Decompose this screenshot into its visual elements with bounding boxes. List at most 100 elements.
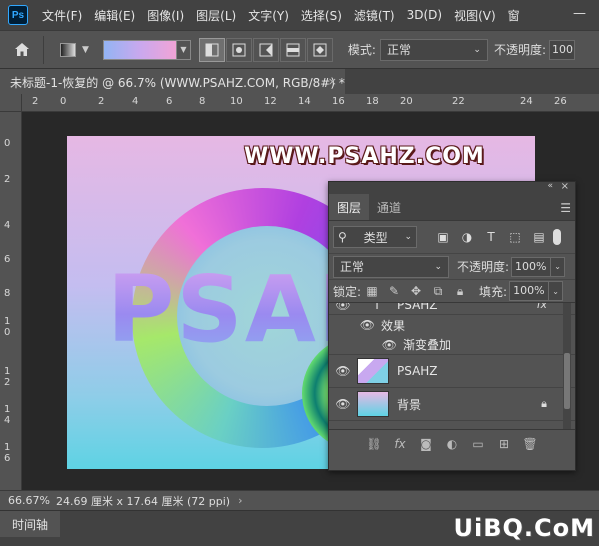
ruler-label: 26 [554,96,567,107]
filter-adjustment-icon[interactable]: ◑ [455,230,479,244]
chevron-down-icon: ⌄ [473,44,481,55]
minimize-icon[interactable]: — [573,6,589,22]
layer-row[interactable]: 👁︎ T PSAHZ fx [329,303,575,315]
menu-view[interactable]: 视图(V) [448,7,502,24]
tab-channels[interactable]: 通道 [369,194,409,220]
ruler-label: 4 [132,96,139,107]
lock-artboard-icon[interactable]: ⧉ [427,284,449,299]
tab-timeline[interactable]: 时间轴 [0,511,60,537]
lock-label: 锁定: [333,284,362,299]
menu-select[interactable]: 选择(S) [295,7,348,24]
zoom-level[interactable]: 66.67% [8,494,56,507]
linear-gradient-button[interactable] [198,37,225,62]
close-icon[interactable]: × [328,75,337,88]
new-group-icon[interactable]: ▭ [465,437,491,451]
close-icon[interactable]: × [561,181,569,192]
layer-filter-row: ⚲ 类型 ⌄ ▣ ◑ T ⬚ ▤ [329,221,575,253]
blend-mode-select[interactable]: 正常 ⌄ [333,255,449,278]
filter-shape-icon[interactable]: ⬚ [503,230,527,244]
opacity-dropdown[interactable]: ⌄ [551,256,566,277]
ruler-label: 22 [452,96,465,107]
ruler-label: 14 [298,96,311,107]
reflected-gradient-button[interactable] [279,37,306,62]
layer-effects-row[interactable]: 👁︎ 效果 [329,315,575,335]
collapse-icon[interactable]: « [547,181,553,191]
lock-position-icon[interactable]: ✥ [405,284,427,298]
filter-toggle[interactable] [553,229,561,245]
lock-pixels-icon[interactable]: ✎ [383,284,405,298]
ruler-label: 24 [520,96,533,107]
link-layers-icon[interactable]: ⛓︎ [361,437,387,451]
reflected-gradient-icon [286,43,300,56]
menu-edit[interactable]: 编辑(E) [88,7,141,24]
fill-dropdown[interactable]: ⌄ [549,281,564,301]
menu-type[interactable]: 文字(Y) [242,7,295,24]
lock-icon: 🔒︎ [541,397,547,410]
layers-scrollbar[interactable] [563,303,571,429]
home-button[interactable] [0,35,44,64]
lock-transparent-icon[interactable]: ▦ [361,284,383,298]
filter-value: 类型 [363,230,388,245]
menu-layer[interactable]: 图层(L) [190,7,242,24]
document-size: 24.69 厘米 x 17.64 厘米 (72 ppi) [56,494,231,508]
angle-gradient-icon [259,43,273,56]
fill-input[interactable]: 100% [509,281,550,301]
menu-filter[interactable]: 滤镜(T) [348,7,401,24]
document-tab[interactable]: 未标题-1-恢复的 @ 66.7% (WWW.PSAHZ.COM, RGB/8#… [0,69,345,95]
visibility-eye-icon[interactable]: 👁︎ [329,364,357,378]
ruler-origin[interactable] [0,94,22,112]
fx-icon[interactable]: fx [387,437,413,451]
layer-opacity-input[interactable]: 100% [511,256,552,277]
gradient-type-buttons [198,37,334,62]
gradient-picker-dropdown[interactable]: ▼ [176,39,191,60]
filter-type-icon[interactable]: T [479,230,503,244]
menu-window[interactable]: 窗 [502,7,526,24]
effect-row[interactable]: 👁︎ 渐变叠加 [329,335,575,355]
trash-icon[interactable]: 🗑︎ [517,437,543,451]
menu-file[interactable]: 文件(F) [36,7,88,24]
tab-layers[interactable]: 图层 [329,194,370,220]
layers-list: 👁︎ T PSAHZ fx 👁︎ 效果 👁︎ 渐变叠加 👁︎ PSAHZ 👁︎ [329,303,575,429]
ruler-label: 12 [264,96,277,107]
home-icon [14,43,29,56]
document-tab-bar: 未标题-1-恢复的 @ 66.7% (WWW.PSAHZ.COM, RGB/8#… [0,68,599,95]
new-layer-icon[interactable]: ⊞ [491,437,517,451]
ruler-label: 0 [4,138,11,149]
layer-row[interactable]: 👁︎ PSAHZ [329,355,575,388]
lock-all-icon[interactable]: 🔒︎ [449,284,471,299]
visibility-eye-icon[interactable]: 👁︎ [329,303,357,312]
blend-row: 正常 ⌄ 不透明度: 100% ⌄ [329,253,575,279]
angle-gradient-button[interactable] [252,37,279,62]
status-bar: 66.67% 24.69 厘米 x 17.64 厘米 (72 ppi) › [0,490,599,510]
chevron-right-icon[interactable]: › [238,494,242,507]
gradient-swatch[interactable] [102,39,177,60]
opacity-input[interactable]: 100 [549,39,576,60]
fx-icon[interactable]: fx [537,303,547,311]
visibility-eye-icon[interactable]: 👁︎ [329,397,357,411]
add-mask-icon[interactable]: ◙ [413,437,439,451]
document-tab-title: 未标题-1-恢复的 @ 66.7% (WWW.PSAHZ.COM, RGB/8#… [10,75,345,90]
effects-label: 效果 [381,318,406,333]
layer-thumbnail [357,391,389,417]
filter-smart-object-icon[interactable]: ▤ [527,230,551,244]
menu-image[interactable]: 图像(I) [141,7,190,24]
adjustment-layer-icon[interactable]: ◐ [439,437,465,451]
layer-filter-select[interactable]: ⚲ 类型 ⌄ [333,226,417,248]
visibility-eye-icon[interactable]: 👁︎ [329,338,403,352]
filter-pixel-icon[interactable]: ▣ [431,230,455,244]
layer-row[interactable]: 👁︎ 背景 🔒︎ [329,388,575,421]
menu-bar: Ps 文件(F) 编辑(E) 图像(I) 图层(L) 文字(Y) 选择(S) 滤… [0,0,599,30]
visibility-eye-icon[interactable]: 👁︎ [329,318,381,332]
ruler-label: 6 [166,96,173,107]
mode-select[interactable]: 正常 ⌄ [379,38,488,61]
scrollbar-thumb[interactable] [564,353,570,409]
vertical-ruler: 0 2 4 6 8 1 0 1 2 1 4 1 6 [0,112,22,490]
ruler-label: 1 0 [4,316,11,338]
panel-menu-icon[interactable]: ☰ [560,201,571,215]
ruler-label: 8 [199,96,206,107]
menu-3d[interactable]: 3D(D) [401,8,448,22]
timeline-panel: 时间轴 UiBQ.CoM [0,510,599,546]
radial-gradient-button[interactable] [225,37,252,62]
gradient-tool-preset[interactable]: ▼ [60,42,89,57]
diamond-gradient-button[interactable] [306,37,333,62]
